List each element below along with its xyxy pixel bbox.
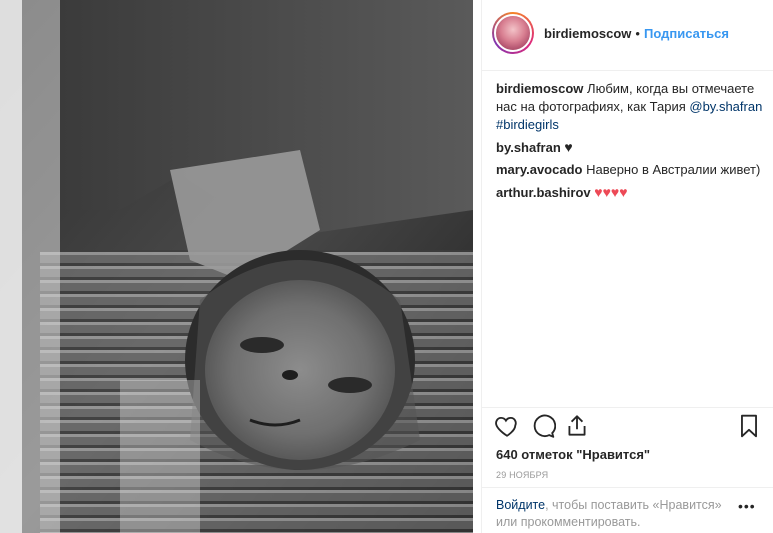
comment-text: Наверно в Австралии живет) [582,162,761,177]
caption-mention-link[interactable]: @by.shafran [689,99,762,114]
red-hearts-emoji: ♥♥♥♥ [594,184,628,200]
caption-username[interactable]: birdiemoscow [496,81,583,96]
likes-count[interactable]: 640 отметок "Нравится" [496,447,650,462]
avatar[interactable] [492,12,534,54]
comment-username[interactable]: by.shafran [496,140,561,155]
post-photo[interactable] [0,0,473,533]
follow-button[interactable]: Подписаться [644,26,729,41]
black-heart-emoji: ♥ [564,139,573,155]
actions-bar [492,413,764,443]
comment-icon[interactable] [530,413,558,441]
login-link[interactable]: Войдите [496,498,545,512]
bookmark-icon[interactable] [736,413,764,441]
bottom-divider [482,487,773,488]
post-header: birdiemoscow • Подписаться [492,12,729,54]
login-prompt: Войдите, чтобы поставить «Нравится» или … [496,497,726,531]
heart-icon[interactable] [494,413,522,441]
list-item: mary.avocado Наверно в Австралии живет) [496,161,766,179]
comments-list: birdiemoscow Любим, когда вы отмечаете н… [496,80,766,206]
more-options-icon[interactable]: ••• [738,498,756,514]
header-divider [482,70,773,71]
list-item: by.shafran ♥ [496,138,766,157]
actions-divider [482,407,773,408]
post-date[interactable]: 29 НОЯБРЯ [496,470,548,480]
list-item: arthur.bashirov ♥♥♥♥ [496,183,766,202]
post-username[interactable]: birdiemoscow [544,26,631,41]
post-panel: birdiemoscow • Подписаться birdiemoscow … [481,0,773,533]
share-icon[interactable] [564,413,592,441]
caption-hashtag-link[interactable]: #birdiegirls [496,117,559,132]
separator-dot: • [635,25,640,41]
caption: birdiemoscow Любим, когда вы отмечаете н… [496,80,766,134]
comment-username[interactable]: arthur.bashirov [496,185,591,200]
photo-image [0,0,473,533]
comment-username[interactable]: mary.avocado [496,162,582,177]
